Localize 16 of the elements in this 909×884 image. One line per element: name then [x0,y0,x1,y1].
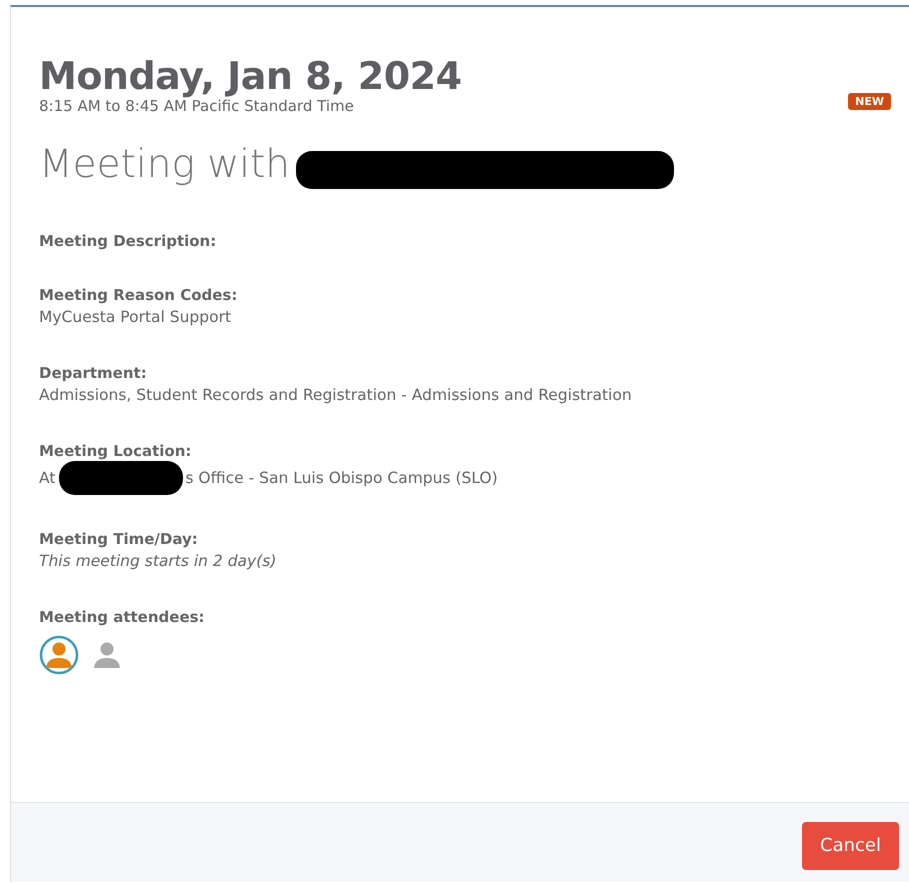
field-value: MyCuesta Portal Support [39,307,232,328]
field-value: Admissions, Student Records and Registration - Admissions and Registration [39,385,632,406]
field-label: Meeting attendees: [39,607,206,627]
field-value: This meeting starts in 2 day(s) [39,551,276,572]
new-badge: NEW [848,93,891,110]
field-value: At [39,468,56,489]
field-value: s Office - San Luis Obispo Campus (SLO) [185,468,498,489]
meeting-title: Meeting with [39,142,290,188]
meeting-time-range: 8:15 AM to 8:45 AM Pacific Standard Time [39,97,355,115]
field-label: Meeting Location: [39,441,192,461]
field-label: Meeting Description: [39,231,218,251]
field-label: Meeting Reason Codes: [39,285,238,305]
cancel-button[interactable]: Cancel [802,822,899,870]
field-label: Department: [39,363,148,383]
field-label: Meeting Time/Day: [39,529,199,549]
meeting-date: Monday, Jan 8, 2024 [39,55,462,97]
